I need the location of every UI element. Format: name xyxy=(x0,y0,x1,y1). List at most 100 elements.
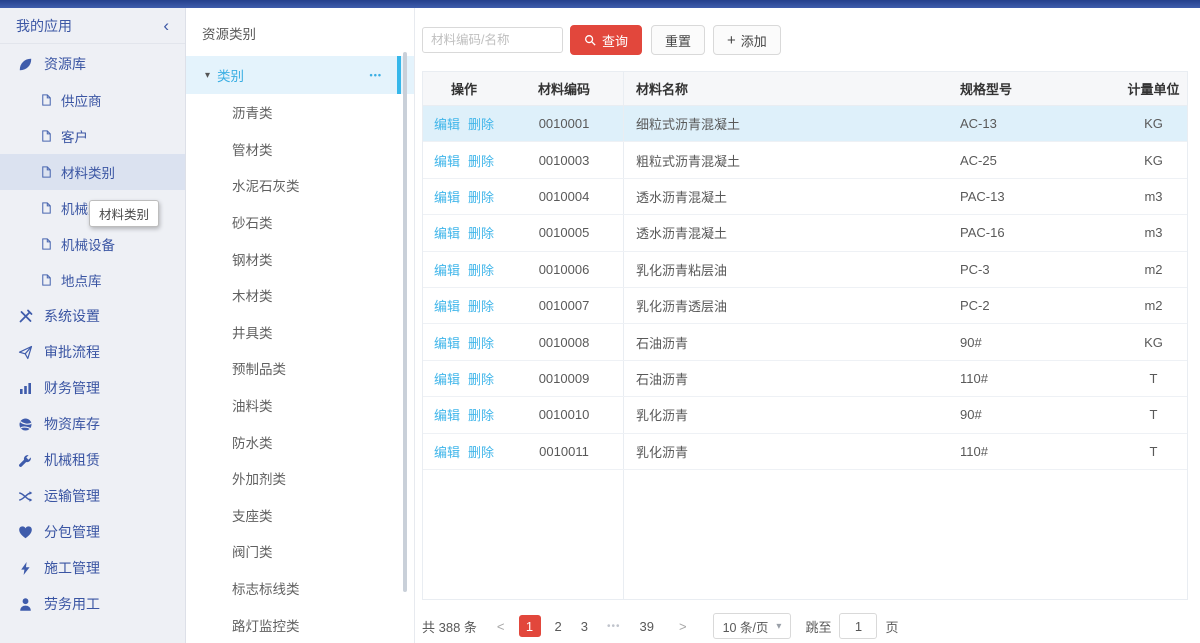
file-icon xyxy=(40,273,53,287)
delete-link[interactable]: 删除 xyxy=(468,442,494,461)
edit-link[interactable]: 编辑 xyxy=(434,296,460,315)
caret-down-icon[interactable]: ▾ xyxy=(205,70,210,81)
sidebar-item-material-inventory[interactable]: 物资库存 xyxy=(0,406,185,442)
page-size-select[interactable]: 10 条/页 ▾ xyxy=(713,613,792,639)
table-row[interactable]: 编辑删除 0010011 乳化沥青 110# T xyxy=(423,434,1187,470)
table-row[interactable]: 编辑删除 0010009 石油沥青 110# T xyxy=(423,361,1187,397)
category-item[interactable]: 支座类 xyxy=(186,497,414,534)
table-row[interactable]: 编辑删除 0010008 石油沥青 90# KG xyxy=(423,324,1187,360)
page-button-1[interactable]: 1 xyxy=(519,615,541,637)
collapse-sidebar-icon[interactable]: ‹ xyxy=(163,17,169,34)
prev-page-icon[interactable]: < xyxy=(497,619,505,634)
edit-link[interactable]: 编辑 xyxy=(434,442,460,461)
add-button[interactable]: + 添加 xyxy=(713,25,781,55)
page-button-39[interactable]: 39 xyxy=(640,619,654,634)
plus-icon: + xyxy=(727,33,736,48)
edit-link[interactable]: 编辑 xyxy=(434,114,460,133)
table-row[interactable]: 编辑删除 0010007 乳化沥青透层油 PC-2 m2 xyxy=(423,288,1187,324)
category-item[interactable]: 木材类 xyxy=(186,277,414,314)
search-input[interactable] xyxy=(422,27,563,53)
sidebar-item-construction[interactable]: 施工管理 xyxy=(0,550,185,586)
table-row[interactable]: 编辑删除 0010001 细粒式沥青混凝土 AC-13 KG xyxy=(423,106,1187,142)
category-item[interactable]: 砂石类 xyxy=(186,204,414,241)
delete-link[interactable]: 删除 xyxy=(468,260,494,279)
category-item[interactable]: 管材类 xyxy=(186,131,414,168)
table-row[interactable]: 编辑删除 0010004 透水沥青混凝土 PAC-13 m3 xyxy=(423,179,1187,215)
category-item[interactable]: 外加剂类 xyxy=(186,460,414,497)
file-icon xyxy=(40,93,53,107)
category-item[interactable]: 沥青类 xyxy=(186,94,414,131)
edit-link[interactable]: 编辑 xyxy=(434,187,460,206)
material-code: 0010001 xyxy=(505,106,624,141)
category-item[interactable]: 阀门类 xyxy=(186,533,414,570)
sidebar-item-transport[interactable]: 运输管理 xyxy=(0,478,185,514)
sidebar-item-labor[interactable]: 劳务用工 xyxy=(0,586,185,622)
edit-link[interactable]: 编辑 xyxy=(434,333,460,352)
add-button-label: 添加 xyxy=(741,31,767,50)
category-item[interactable]: 路灯监控类 xyxy=(186,606,414,643)
sidebar-item-finance[interactable]: 财务管理 xyxy=(0,370,185,406)
delete-link[interactable]: 删除 xyxy=(468,151,494,170)
query-button[interactable]: 查询 xyxy=(570,25,642,55)
active-indicator xyxy=(397,56,401,94)
material-code: 0010007 xyxy=(505,288,624,323)
material-code: 0010005 xyxy=(505,215,624,250)
sidebar-header: 我的应用 ‹ xyxy=(0,8,185,44)
table-row[interactable]: 编辑删除 0010005 透水沥青混凝土 PAC-16 m3 xyxy=(423,215,1187,251)
page-button-2[interactable]: 2 xyxy=(555,619,562,634)
more-actions-icon[interactable]: ••• xyxy=(370,70,382,80)
spec-model: AC-25 xyxy=(950,142,1120,177)
scrollbar[interactable] xyxy=(403,52,407,592)
bolt-icon xyxy=(17,560,33,576)
delete-link[interactable]: 删除 xyxy=(468,296,494,315)
edit-link[interactable]: 编辑 xyxy=(434,369,460,388)
page-button-3[interactable]: 3 xyxy=(581,619,588,634)
edit-link[interactable]: 编辑 xyxy=(434,223,460,242)
sidebar-item-machine-equipment[interactable]: 机械设备 xyxy=(0,226,185,262)
delete-link[interactable]: 删除 xyxy=(468,187,494,206)
sidebar-item-resource-library[interactable]: 资源库 xyxy=(0,46,185,82)
ellipsis-icon[interactable]: ••• xyxy=(607,621,621,632)
file-icon xyxy=(40,237,53,251)
table-row[interactable]: 编辑删除 0010010 乳化沥青 90# T xyxy=(423,397,1187,433)
sidebar-item-location-library[interactable]: 地点库 xyxy=(0,262,185,298)
category-item[interactable]: 标志标线类 xyxy=(186,570,414,607)
delete-link[interactable]: 删除 xyxy=(468,333,494,352)
column-divider xyxy=(623,470,624,599)
jump-page-input[interactable] xyxy=(839,613,877,639)
category-tree-root[interactable]: ▾ 类别 ••• xyxy=(186,56,414,94)
category-item[interactable]: 井具类 xyxy=(186,314,414,351)
delete-link[interactable]: 删除 xyxy=(468,114,494,133)
delete-link[interactable]: 删除 xyxy=(468,405,494,424)
table-row[interactable]: 编辑删除 0010003 粗粒式沥青混凝土 AC-25 KG xyxy=(423,142,1187,178)
reset-button[interactable]: 重置 xyxy=(651,25,705,55)
sidebar-item-system-settings[interactable]: 系统设置 xyxy=(0,298,185,334)
unit: m2 xyxy=(1120,288,1187,323)
delete-link[interactable]: 删除 xyxy=(468,223,494,242)
category-item[interactable]: 防水类 xyxy=(186,423,414,460)
edit-link[interactable]: 编辑 xyxy=(434,151,460,170)
sidebar-item-machine-rental[interactable]: 机械租赁 xyxy=(0,442,185,478)
spec-model: 90# xyxy=(950,324,1120,359)
edit-link[interactable]: 编辑 xyxy=(434,405,460,424)
sidebar-item-label: 地点库 xyxy=(61,270,102,290)
sidebar-item-subcontract[interactable]: 分包管理 xyxy=(0,514,185,550)
delete-link[interactable]: 删除 xyxy=(468,369,494,388)
sidebar-item-material-category[interactable]: 材料类别 xyxy=(0,154,185,190)
sidebar-item-customer[interactable]: 客户 xyxy=(0,118,185,154)
category-item[interactable]: 油料类 xyxy=(186,387,414,424)
table-row[interactable]: 编辑删除 0010006 乳化沥青粘层油 PC-3 m2 xyxy=(423,252,1187,288)
sidebar-title: 我的应用 xyxy=(16,16,72,36)
sidebar-item-label: 审批流程 xyxy=(44,342,100,362)
sidebar-item-supplier[interactable]: 供应商 xyxy=(0,82,185,118)
category-item[interactable]: 预制品类 xyxy=(186,350,414,387)
unit: m3 xyxy=(1120,179,1187,214)
category-item[interactable]: 钢材类 xyxy=(186,240,414,277)
next-page-icon[interactable]: > xyxy=(679,619,687,634)
spec-model: 90# xyxy=(950,397,1120,432)
sidebar-item-approval-flow[interactable]: 审批流程 xyxy=(0,334,185,370)
edit-link[interactable]: 编辑 xyxy=(434,260,460,279)
category-item[interactable]: 水泥石灰类 xyxy=(186,167,414,204)
globe-icon xyxy=(17,416,33,432)
material-code: 0010008 xyxy=(505,324,624,359)
